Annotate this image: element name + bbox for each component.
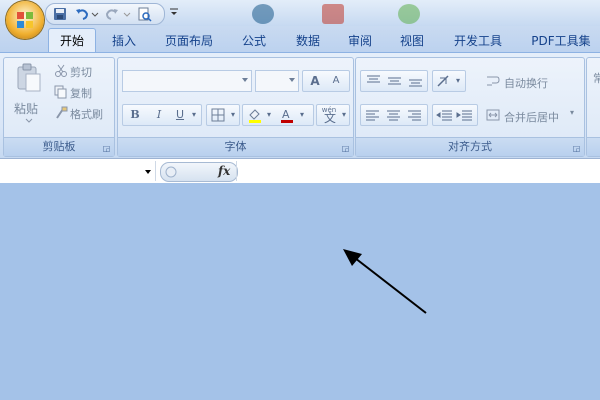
ribbon: 粘贴 剪切 复制 格式刷 剪贴板 ◲ A A B I U ▾ ▾ ▾ A ▾ w… xyxy=(0,52,600,159)
chevron-down-icon: ▾ xyxy=(230,110,235,119)
tab-pdf-tools[interactable]: PDF工具集 xyxy=(526,30,596,52)
blurred-app-icon xyxy=(398,4,420,24)
blurred-app-icon xyxy=(322,4,344,24)
expand-handle-icon[interactable] xyxy=(164,165,178,179)
number-format-label: 常 xyxy=(593,72,600,85)
clipboard-group: 粘贴 剪切 复制 格式刷 剪贴板 ◲ xyxy=(3,57,115,157)
font-name-combobox[interactable] xyxy=(122,70,252,92)
dialog-launcher-icon[interactable]: ◲ xyxy=(102,144,111,153)
paste-button[interactable]: 粘贴 xyxy=(14,100,38,117)
chevron-down-icon[interactable]: ▾ xyxy=(297,105,307,125)
font-group-label: 字体 xyxy=(118,137,353,156)
phonetic-button[interactable]: wén 文 ▾ xyxy=(316,104,350,126)
indent-buttons xyxy=(432,104,478,126)
alignment-group: ▾ 自动换行 合并后居中 ▾ 对齐方式 ◲ xyxy=(355,57,585,157)
number-group: 常 xyxy=(586,57,600,157)
cut-button[interactable]: 剪切 xyxy=(70,64,92,80)
wrap-text-button[interactable]: 自动换行 xyxy=(504,75,548,91)
horizontal-align-icons[interactable] xyxy=(364,108,424,122)
phonetic-icon: 文 xyxy=(323,111,336,125)
office-logo-icon xyxy=(17,12,33,28)
ribbon-tabs: 开始 插入 页面布局 公式 数据 审阅 视图 开发工具 PDF工具集 xyxy=(0,26,600,53)
office-button[interactable] xyxy=(6,1,44,39)
tab-review[interactable]: 审阅 xyxy=(340,30,380,52)
vertical-align-buttons xyxy=(360,70,428,92)
customize-toolbar-icon[interactable] xyxy=(168,5,180,19)
underline-button[interactable]: U xyxy=(171,105,189,125)
annotation-arrow xyxy=(343,249,427,314)
format-painter-icon xyxy=(56,106,68,119)
font-size-buttons: A A xyxy=(302,70,350,92)
copy-button[interactable]: 复制 xyxy=(70,85,92,101)
chevron-down-icon: ▾ xyxy=(455,76,460,85)
dialog-launcher-icon[interactable]: ◲ xyxy=(572,144,581,153)
undo-icon[interactable] xyxy=(74,6,90,22)
vertical-align-icons[interactable] xyxy=(364,74,424,88)
bold-button[interactable]: B xyxy=(125,105,145,125)
italic-button[interactable]: I xyxy=(149,105,169,125)
format-painter-button[interactable]: 格式刷 xyxy=(70,106,103,122)
blurred-app-icon xyxy=(252,4,274,24)
tab-insert[interactable]: 插入 xyxy=(104,30,144,52)
chevron-down-icon: ▾ xyxy=(341,110,346,119)
save-icon[interactable] xyxy=(52,6,68,22)
print-preview-icon[interactable] xyxy=(136,6,152,22)
merge-center-button[interactable]: 合并后居中 xyxy=(504,109,559,125)
number-group-label xyxy=(587,137,600,156)
borders-button[interactable]: ▾ xyxy=(206,104,240,126)
chevron-down-icon[interactable] xyxy=(90,6,100,22)
formula-bar-divider xyxy=(236,161,237,181)
grow-font-button[interactable]: A xyxy=(306,71,324,91)
tab-page-layout[interactable]: 页面布局 xyxy=(160,30,218,52)
font-color-icon[interactable]: A xyxy=(279,107,295,123)
font-size-combobox[interactable] xyxy=(255,70,299,92)
chevron-down-icon[interactable]: ▾ xyxy=(570,108,574,117)
horizontal-align-buttons xyxy=(360,104,428,126)
wrap-text-icon xyxy=(487,76,500,86)
orientation-button[interactable]: ▾ xyxy=(432,70,466,92)
clipboard-group-label: 剪贴板 xyxy=(4,137,114,156)
copy-icon xyxy=(54,85,67,99)
font-group: A A B I U ▾ ▾ ▾ A ▾ wén 文 ▾ 字体 ◲ xyxy=(117,57,354,157)
tab-formulas[interactable]: 公式 xyxy=(234,30,274,52)
fill-color-icon[interactable] xyxy=(247,107,263,123)
shrink-font-button[interactable]: A xyxy=(327,71,345,91)
tab-data[interactable]: 数据 xyxy=(288,30,328,52)
cut-icon xyxy=(55,64,67,77)
formula-bar: fx xyxy=(0,158,600,184)
name-box[interactable] xyxy=(0,161,156,181)
indent-icons[interactable] xyxy=(436,108,474,122)
tab-developer[interactable]: 开发工具 xyxy=(448,30,508,52)
alignment-group-label: 对齐方式 xyxy=(356,137,584,156)
chevron-down-icon[interactable] xyxy=(25,118,33,124)
chevron-down-icon[interactable]: ▾ xyxy=(264,105,274,125)
font-style-buttons: B I U ▾ xyxy=(122,104,202,126)
quick-access-toolbar xyxy=(45,3,165,25)
tab-view[interactable]: 视图 xyxy=(392,30,432,52)
borders-icon xyxy=(211,108,225,122)
workspace xyxy=(0,183,600,400)
merge-center-icon xyxy=(486,109,500,121)
chevron-down-icon[interactable]: ▾ xyxy=(189,105,199,125)
text-orientation-icon xyxy=(437,75,449,87)
chevron-down-icon[interactable] xyxy=(145,170,151,174)
insert-function-button[interactable]: fx xyxy=(218,162,230,180)
formula-input[interactable] xyxy=(240,161,598,181)
color-buttons: ▾ A ▾ xyxy=(242,104,314,126)
redo-icon[interactable] xyxy=(104,6,120,22)
svg-text:A: A xyxy=(282,108,290,121)
paste-icon xyxy=(17,63,41,92)
dialog-launcher-icon[interactable]: ◲ xyxy=(341,144,350,153)
tab-home[interactable]: 开始 xyxy=(48,28,96,53)
chevron-down-icon[interactable] xyxy=(122,6,132,22)
